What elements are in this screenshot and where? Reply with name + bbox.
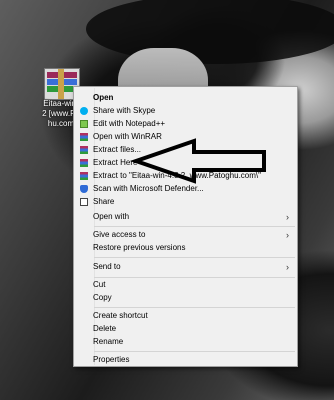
annotation-arrow-icon: [129, 138, 266, 184]
